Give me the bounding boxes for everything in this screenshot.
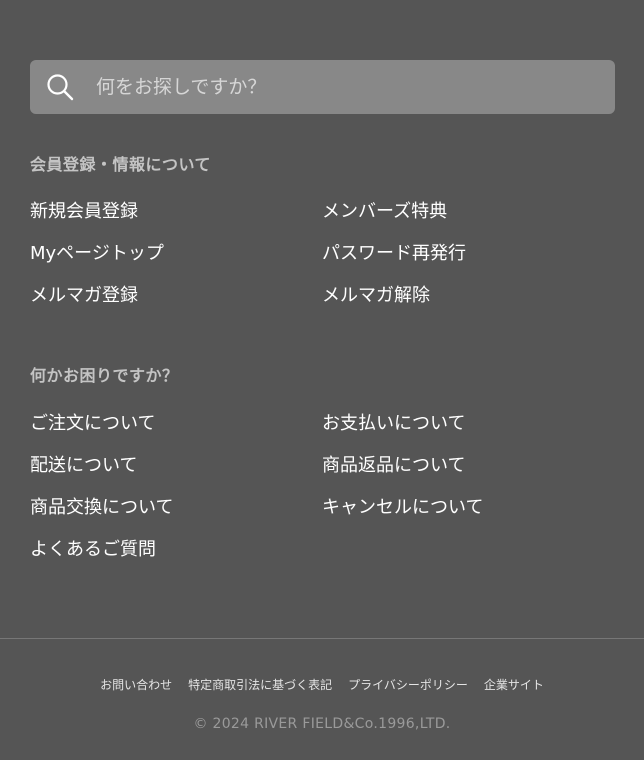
link-about-orders[interactable]: ご注文について bbox=[30, 412, 155, 436]
link-about-returns[interactable]: 商品返品について bbox=[322, 454, 465, 478]
link-about-shipping[interactable]: 配送について bbox=[30, 454, 137, 478]
footer-link-legal-notice[interactable]: 特定商取引法に基づく表記 bbox=[188, 676, 332, 693]
link-about-payment[interactable]: お支払いについて bbox=[322, 412, 465, 436]
link-about-exchanges[interactable]: 商品交換について bbox=[30, 496, 173, 520]
link-password-reissue[interactable]: パスワード再発行 bbox=[322, 242, 466, 266]
search-bar[interactable] bbox=[30, 60, 615, 114]
link-about-cancellation[interactable]: キャンセルについて bbox=[322, 496, 483, 520]
member-section-title: 会員登録・情報について bbox=[30, 155, 212, 174]
footer-link-corporate-site[interactable]: 企業サイト bbox=[484, 676, 544, 693]
copyright-text: © 2024 RIVER FIELD&Co.1996,LTD. bbox=[193, 716, 451, 732]
link-faq[interactable]: よくあるご質問 bbox=[30, 538, 156, 562]
search-input[interactable] bbox=[96, 60, 596, 114]
footer-link-privacy-policy[interactable]: プライバシーポリシー bbox=[348, 676, 468, 693]
link-mypage-top[interactable]: Myページトップ bbox=[30, 242, 164, 266]
link-newsletter-subscribe[interactable]: メルマガ登録 bbox=[30, 284, 138, 308]
help-section-title: 何かお困りですか？ bbox=[30, 366, 179, 385]
link-newsletter-unsubscribe[interactable]: メルマガ解除 bbox=[322, 284, 430, 308]
link-members-benefits[interactable]: メンバーズ特典 bbox=[322, 200, 447, 224]
footer-menu-page: 会員登録・情報について 新規会員登録 メンバーズ特典 Myページトップ パスワー… bbox=[0, 0, 644, 760]
footer-link-contact[interactable]: お問い合わせ bbox=[100, 676, 172, 693]
search-icon[interactable] bbox=[46, 73, 74, 101]
link-new-member-registration[interactable]: 新規会員登録 bbox=[30, 200, 138, 224]
footer-divider bbox=[0, 638, 644, 639]
footer-links: お問い合わせ 特定商取引法に基づく表記 プライバシーポリシー 企業サイト bbox=[0, 676, 644, 693]
